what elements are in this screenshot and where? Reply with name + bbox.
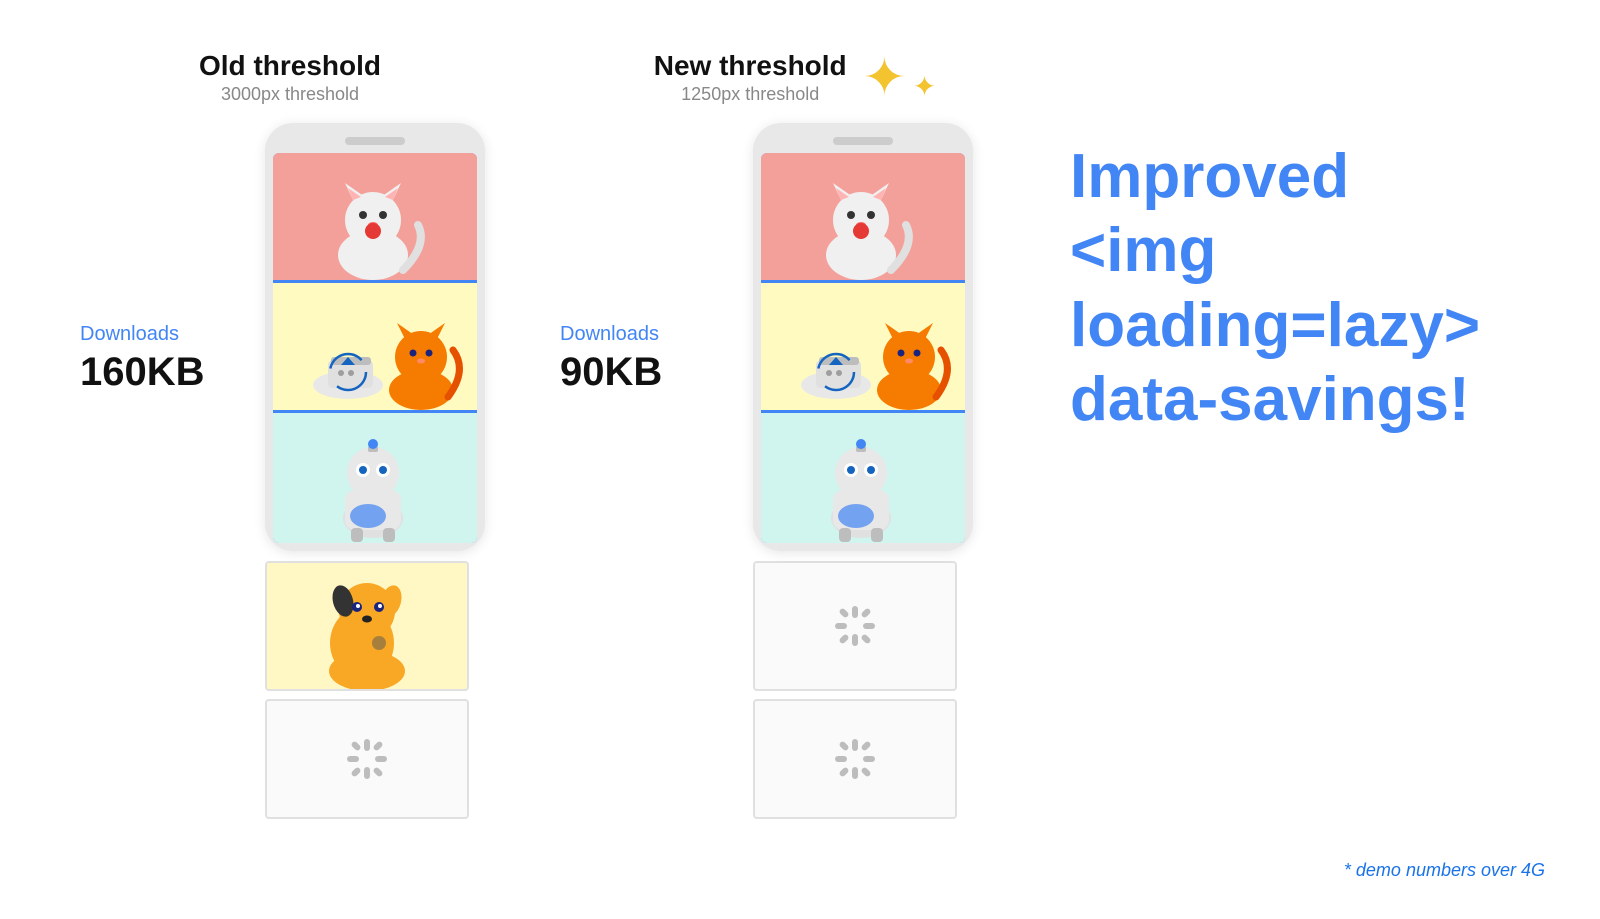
robot-dog-illustration [273,418,473,543]
left-image-placeholder [265,699,469,819]
left-downloads-label: Downloads [80,323,205,346]
cat-white-illustration [273,155,473,280]
left-phone-frame [265,123,485,551]
right-col-inner: Downloads 90KB [550,123,1010,819]
right-downloads-block: Downloads 90KB [560,323,662,395]
right-text-section: Improved <img loading=lazy> data-savings… [1010,40,1540,438]
right-image-placeholder-2 [753,699,957,819]
left-phone-screen [273,153,477,543]
demo-note: * demo numbers over 4G [1344,860,1545,881]
right-phone-screen [761,153,965,543]
right-below-fold [753,561,973,819]
right-heading: New threshold 1250px threshold ✦ ✦ [654,50,907,105]
left-phone [265,123,485,819]
left-phone-notch [345,137,405,145]
right-robot-dog-illustration [761,418,961,543]
right-card-2 [761,283,965,413]
right-phone-frame [753,123,973,551]
orange-cat-illustration [273,285,473,410]
right-downloads-size: 90KB [560,350,662,395]
right-image-placeholder-1 [753,561,957,691]
sparkle-small-icon: ✦ [913,70,936,103]
spinner-icon-right-2 [830,734,880,784]
right-threshold-title: New threshold [654,50,847,82]
spinner-icon-right-1 [830,601,880,651]
right-phone-notch [833,137,893,145]
right-card-3 [761,413,965,543]
left-card-3 [273,413,477,543]
left-below-fold [265,561,485,819]
right-cat-white-illustration [761,155,961,280]
right-phone [753,123,973,819]
dog-yellow-illustration [267,563,467,691]
left-downloads-block: Downloads 160KB [80,323,205,395]
right-orange-cat-illustration [761,285,961,410]
right-downloads-label: Downloads [560,323,662,346]
left-downloads-size: 160KB [80,350,205,395]
left-card-1 [273,153,477,283]
left-threshold-title: Old threshold [199,50,381,82]
improved-text: Improved <img loading=lazy> data-savings… [1070,140,1540,438]
left-threshold-sub: 3000px threshold [199,84,381,105]
sparkle-icon: ✦ [863,52,907,104]
left-heading: Old threshold 3000px threshold [199,50,381,105]
right-threshold-sub: 1250px threshold [654,84,847,105]
left-image-dog [265,561,469,691]
right-card-1 [761,153,965,283]
spinner-icon-left [342,734,392,784]
left-card-2 [273,283,477,413]
page: Old threshold 3000px threshold Downloads… [0,0,1600,919]
